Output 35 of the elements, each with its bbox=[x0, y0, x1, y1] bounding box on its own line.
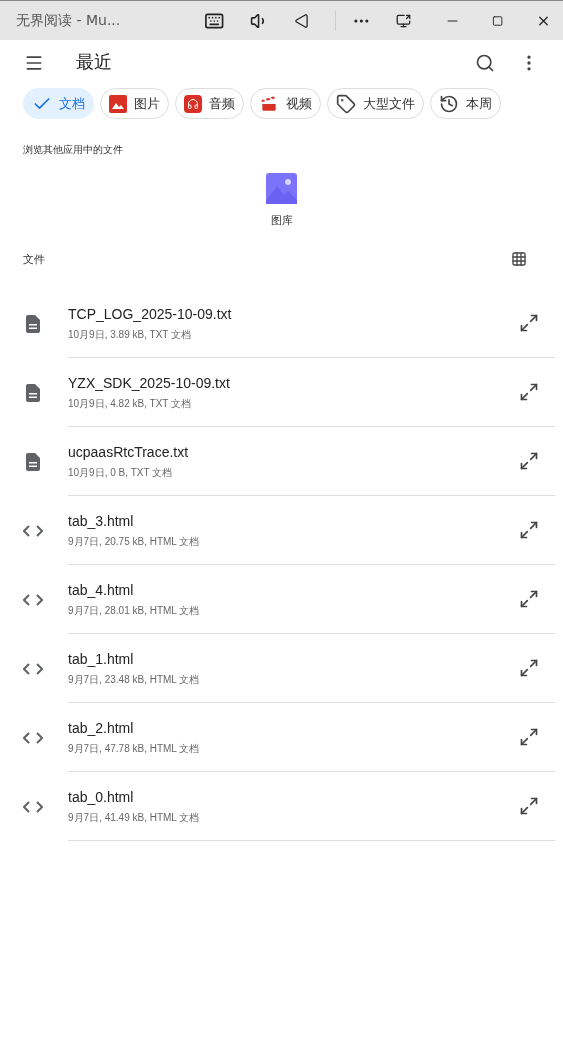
file-meta: 9月7日, 41.49 kB, HTML 文档 bbox=[68, 811, 200, 825]
filter-chip[interactable]: 大型文件 bbox=[327, 88, 424, 119]
app-shortcut[interactable]: 图库 bbox=[266, 173, 297, 229]
file-name: tab_2.html bbox=[68, 719, 135, 738]
file-row[interactable]: tab_3.html 9月7日, 20.75 kB, HTML 文档 bbox=[0, 496, 563, 565]
file-meta: 10月9日, 0 B, TXT 文档 bbox=[68, 466, 174, 480]
file-name: ucpaasRtcTrace.txt bbox=[68, 443, 189, 462]
file-name: YZX_SDK_2025-10-09.txt bbox=[68, 374, 230, 393]
file-name: tab_3.html bbox=[68, 512, 135, 531]
file-row[interactable]: tab_4.html 9月7日, 28.01 kB, HTML 文档 bbox=[0, 565, 563, 634]
section-heading: 文件 bbox=[23, 251, 45, 267]
filter-chip[interactable]: 视频 bbox=[250, 88, 321, 119]
file-row[interactable]: YZX_SDK_2025-10-09.txt 10月9日, 4.82 kB, TXT 文档 bbox=[0, 358, 563, 427]
file-row[interactable]: ucpaasRtcTrace.txt 10月9日, 0 B, TXT 文档 bbox=[0, 427, 563, 496]
file-name: TCP_LOG_2025-10-09.txt bbox=[68, 305, 232, 324]
file-name: tab_1.html bbox=[68, 650, 135, 669]
file-row[interactable]: TCP_LOG_2025-10-09.txt 10月9日, 3.89 kB, TXT 文档 bbox=[0, 289, 563, 358]
file-row[interactable]: tab_1.html 9月7日, 23.48 kB, HTML 文档 bbox=[0, 634, 563, 703]
filter-chip[interactable]: 文档 bbox=[23, 88, 94, 119]
filter-chip[interactable]: 本周 bbox=[430, 88, 501, 119]
file-meta: 9月7日, 47.78 kB, HTML 文档 bbox=[68, 742, 200, 756]
file-row[interactable]: tab_0.html 9月7日, 41.49 kB, HTML 文档 bbox=[0, 772, 563, 841]
file-meta: 10月9日, 3.89 kB, TXT 文档 bbox=[68, 328, 192, 342]
page-title: 最近 bbox=[76, 51, 112, 74]
file-row[interactable]: tab_2.html 9月7日, 47.78 kB, HTML 文档 bbox=[0, 703, 563, 772]
file-name: tab_4.html bbox=[68, 581, 135, 600]
window-title: 无界阅读 - Mu... bbox=[16, 11, 122, 30]
file-meta: 9月7日, 20.75 kB, HTML 文档 bbox=[68, 535, 200, 549]
file-meta: 10月9日, 4.82 kB, TXT 文档 bbox=[68, 397, 192, 411]
file-meta: 9月7日, 28.01 kB, HTML 文档 bbox=[68, 604, 200, 618]
file-name: tab_0.html bbox=[68, 788, 135, 807]
filter-chip[interactable]: 音频 bbox=[175, 88, 244, 119]
filter-chip[interactable]: 图片 bbox=[100, 88, 169, 119]
section-heading: 浏览其他应用中的文件 bbox=[22, 143, 124, 157]
file-meta: 9月7日, 23.48 kB, HTML 文档 bbox=[68, 673, 200, 687]
